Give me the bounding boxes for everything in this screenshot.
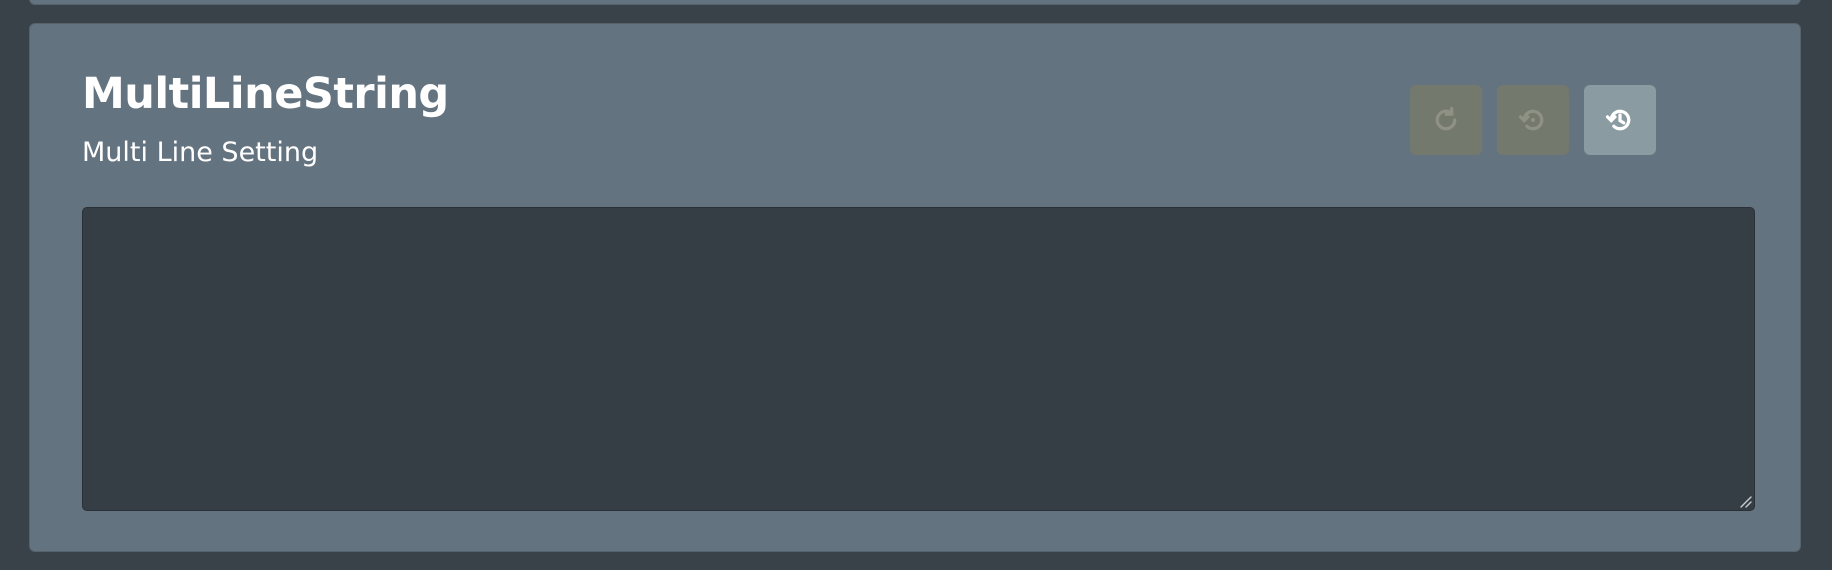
reset-button[interactable] [1410, 85, 1482, 155]
setting-title: MultiLineString [82, 69, 449, 119]
history-icon [1605, 109, 1631, 131]
setting-actions [1410, 85, 1656, 155]
setting-card: MultiLineString Multi Line Setting [29, 23, 1801, 552]
resize-handle-icon[interactable] [1738, 494, 1752, 508]
settings-page: MultiLineString Multi Line Setting [0, 0, 1832, 570]
restore-default-icon [1518, 109, 1544, 131]
multiline-value-input[interactable] [82, 207, 1755, 511]
reset-icon [1435, 106, 1457, 131]
history-button[interactable] [1584, 85, 1656, 155]
restore-default-button[interactable] [1497, 85, 1569, 155]
previous-setting-card [29, 0, 1801, 5]
setting-description: Multi Line Setting [82, 137, 319, 168]
